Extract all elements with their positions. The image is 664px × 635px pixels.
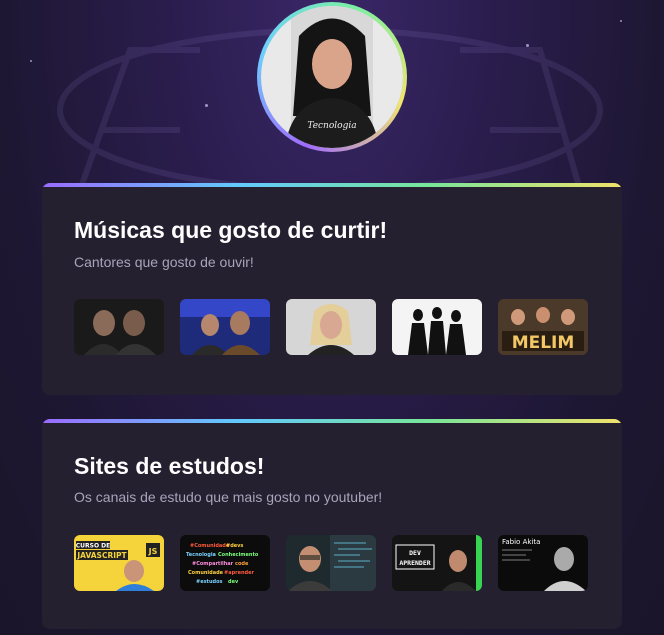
svg-text:#Compartilhar: #Compartilhar — [192, 561, 234, 567]
svg-text:DEV: DEV — [409, 549, 421, 557]
profile-avatar-ring: Tecnologia — [257, 2, 407, 152]
study-thumb-curso-javascript[interactable]: CURSO DE JAVASCRIPT JS — [74, 535, 164, 591]
svg-text:Fabio Akita: Fabio Akita — [502, 538, 540, 546]
avatar-portrait: Tecnologia — [261, 6, 403, 148]
music-thumb-singer-duo-1[interactable] — [74, 299, 164, 355]
svg-text:Tecnologia: Tecnologia — [186, 552, 216, 558]
music-thumb-melim[interactable]: MELIM — [498, 299, 588, 355]
svg-text:#devs: #devs — [226, 543, 243, 549]
svg-text:APRENDER: APRENDER — [399, 559, 430, 567]
section-title: Músicas que gosto de curtir! — [74, 217, 388, 243]
music-thumbnails: MELIM — [74, 299, 588, 355]
star — [526, 44, 529, 47]
svg-text:Tecnologia: Tecnologia — [307, 121, 356, 131]
study-thumb-dev-channel[interactable] — [286, 535, 376, 591]
svg-text:JS: JS — [148, 547, 158, 556]
melim-logo-text: MELIM — [512, 333, 575, 353]
music-thumb-singer-duo-2[interactable] — [180, 299, 270, 355]
section-subtitle: Cantores que gosto de ouvir! — [74, 254, 254, 270]
star — [620, 20, 622, 22]
star — [30, 60, 32, 62]
study-thumbnails: CURSO DE JAVASCRIPT JS #Comunidade #devs Tec… — [74, 535, 588, 591]
svg-text:#estudos: #estudos — [196, 579, 223, 585]
study-thumb-dev-aprender[interactable]: DEV APRENDER — [392, 535, 482, 591]
study-section-card: Sites de estudos! Os canais de estudo qu… — [42, 419, 622, 629]
study-thumb-fabio-akita[interactable]: Fabio Akita — [498, 535, 588, 591]
svg-text:Conhecimento: Conhecimento — [218, 552, 259, 558]
music-section-card: Músicas que gosto de curtir! Cantores qu… — [42, 183, 622, 395]
music-thumb-singer-female[interactable] — [286, 299, 376, 355]
section-title: Sites de estudos! — [74, 453, 265, 479]
svg-text:#Comunidade: #Comunidade — [190, 543, 230, 549]
svg-text:#aprender: #aprender — [224, 570, 255, 576]
music-thumb-singer-group[interactable] — [392, 299, 482, 355]
study-thumb-comunidade-conhecimento[interactable]: #Comunidade #devs Tecnologia Conhecimento #C… — [180, 535, 270, 591]
avatar: Tecnologia — [261, 6, 403, 148]
svg-text:code: code — [235, 561, 249, 567]
star — [205, 104, 208, 107]
svg-text:dev: dev — [228, 579, 239, 585]
svg-text:JAVASCRIPT: JAVASCRIPT — [76, 551, 127, 560]
svg-text:CURSO DE: CURSO DE — [76, 543, 111, 550]
svg-text:Comunidade: Comunidade — [188, 570, 224, 576]
section-subtitle: Os canais de estudo que mais gosto no yo… — [74, 489, 383, 505]
